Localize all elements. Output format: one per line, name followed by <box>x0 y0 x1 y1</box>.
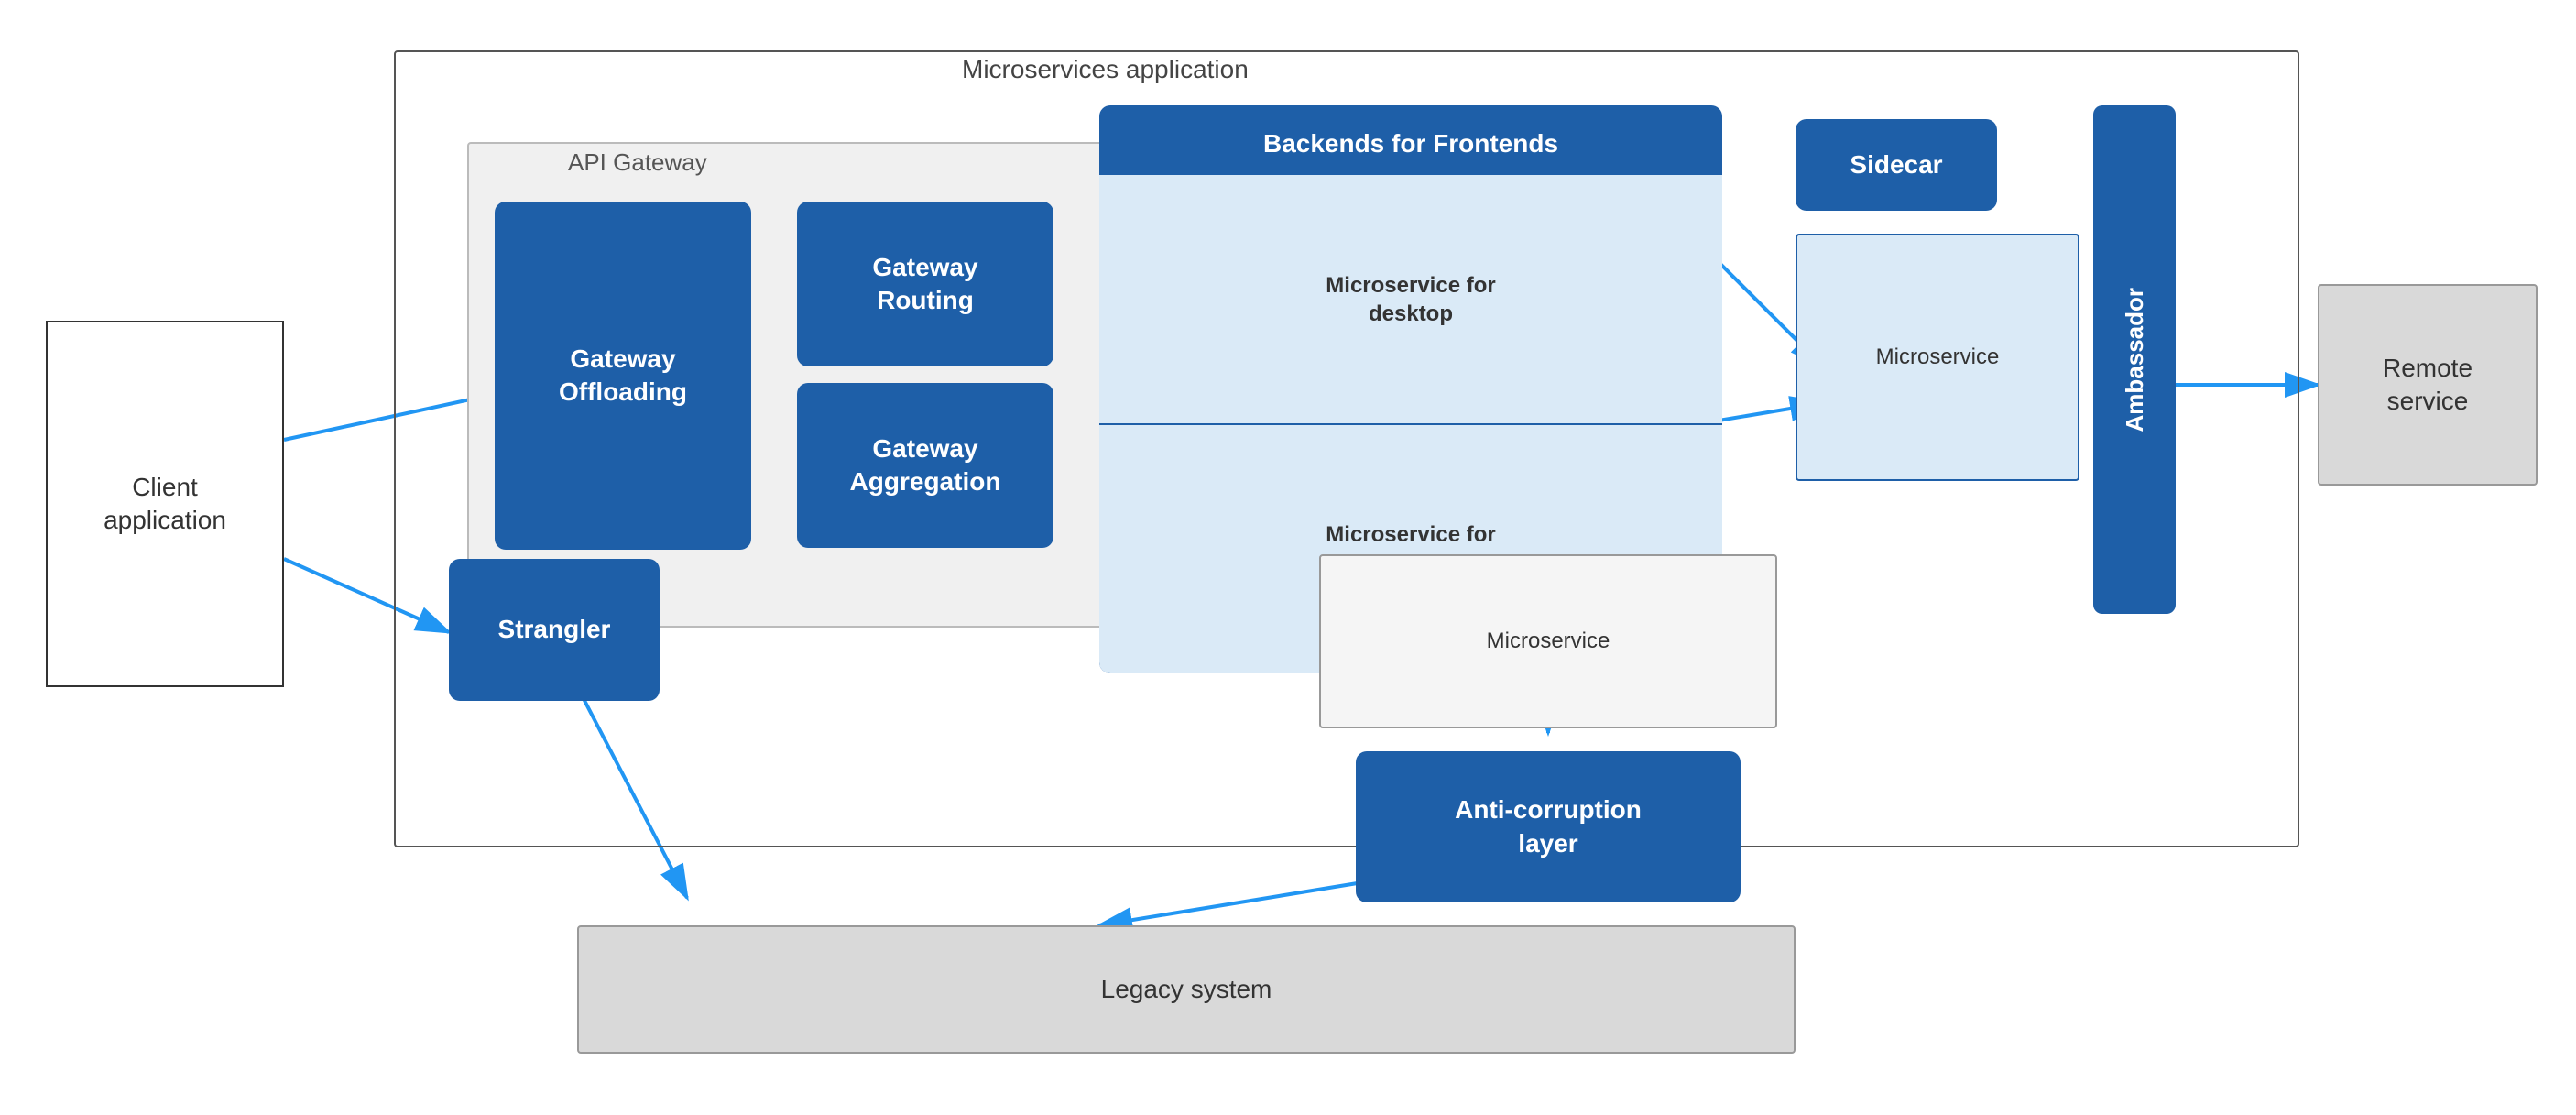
gateway-aggregation-box: Gateway Aggregation <box>797 383 1053 548</box>
sidecar-label: Sidecar <box>1850 148 1942 181</box>
ambassador-label: Ambassador <box>2121 288 2149 432</box>
microservice-right-box: Microservice <box>1796 234 2079 481</box>
backends-frontends-label: Backends for Frontends <box>1099 105 1722 175</box>
microservices-app-label: Microservices application <box>962 55 1249 84</box>
ambassador-box: Ambassador <box>2093 105 2176 614</box>
legacy-system-box: Legacy system <box>577 925 1796 1054</box>
client-application-label: Client application <box>104 471 226 538</box>
microservice-desktop-label: Microservice for desktop <box>1326 271 1495 328</box>
api-gateway-label: API Gateway <box>568 148 707 177</box>
anticorruption-box: Anti-corruption layer <box>1356 751 1741 902</box>
diagram-container: Microservices application API Gateway Cl… <box>0 0 2576 1115</box>
gateway-routing-box: Gateway Routing <box>797 202 1053 366</box>
strangler-box: Strangler <box>449 559 660 701</box>
gateway-aggregation-label: Gateway Aggregation <box>850 432 1001 499</box>
legacy-system-label: Legacy system <box>1101 973 1272 1006</box>
strangler-label: Strangler <box>498 613 611 646</box>
remote-service-box: Remote service <box>2318 284 2538 486</box>
gateway-offloading-label: Gateway Offloading <box>559 343 687 410</box>
microservice-bottom-box: Microservice <box>1319 554 1777 728</box>
client-application-box: Client application <box>46 321 284 687</box>
microservice-bottom-label: Microservice <box>1487 627 1610 655</box>
gateway-routing-label: Gateway Routing <box>872 251 977 318</box>
gateway-offloading-box: Gateway Offloading <box>495 202 751 550</box>
remote-service-label: Remote service <box>2383 352 2472 419</box>
microservice-right-label: Microservice <box>1876 343 2000 371</box>
anticorruption-label: Anti-corruption layer <box>1455 793 1642 860</box>
sidecar-box: Sidecar <box>1796 119 1997 211</box>
